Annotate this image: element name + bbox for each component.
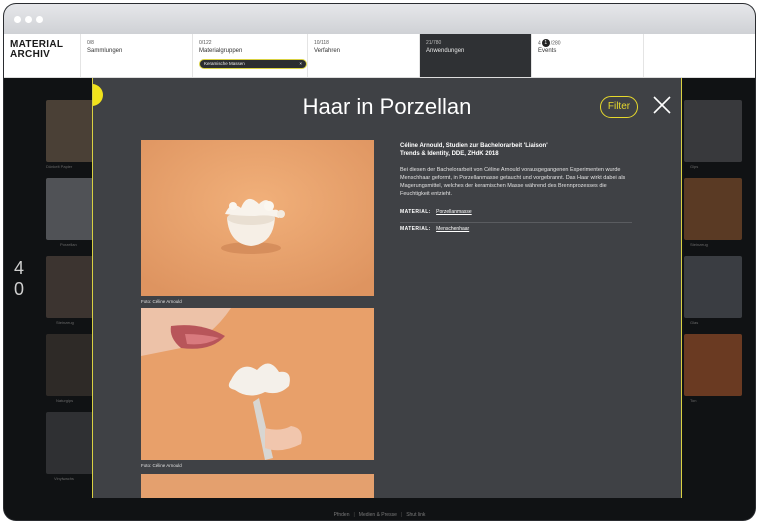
material-tile[interactable] — [684, 334, 742, 396]
tab-anwendungen[interactable]: 21/780 Anwendungen — [419, 34, 531, 77]
chip-close-icon[interactable]: × — [299, 60, 302, 68]
active-filter-chip[interactable]: Keramische Massen × — [199, 59, 307, 69]
tab-sammlungen[interactable]: 0/8 Sammlungen — [80, 34, 192, 77]
material-tile[interactable] — [684, 100, 742, 162]
count-suffix: /280 — [550, 40, 561, 47]
info-subtitle-line: Trends & Identity, DDE, ZHdK 2018 — [400, 151, 499, 157]
photo-caption: Foto: Céline Arnould — [141, 463, 182, 468]
porcelain-bowl-illustration — [141, 140, 374, 296]
window-zoom-dot[interactable] — [36, 16, 43, 23]
tab-placeholder[interactable] — [643, 34, 755, 77]
tab-events[interactable]: 4 1/280 Events — [531, 34, 643, 77]
count-prefix: 4 — [538, 40, 541, 47]
material-row: MATERIAL: Porzellanmasse — [400, 206, 632, 223]
material-tile[interactable] — [684, 178, 742, 240]
photo-porcelain-bowl — [141, 140, 374, 296]
browser-toolbar — [4, 4, 755, 34]
tile-caption: Naturgips — [56, 398, 74, 403]
material-link[interactable]: Porzellanmasse — [436, 209, 472, 215]
result-count: 4 0 — [14, 258, 24, 300]
material-tile[interactable] — [684, 256, 742, 318]
top-navigation: MATERIAL ARCHIV 0/8 Sammlungen 0/122 Mat… — [4, 34, 755, 78]
filter-button[interactable]: Filter — [600, 96, 638, 118]
tab-count: 10/118 — [314, 40, 329, 46]
tab-label: Events — [538, 48, 557, 55]
tile-caption: Vinylwachs — [54, 476, 74, 481]
footer-separator: | — [400, 512, 403, 518]
tile-caption: Steinzeug — [690, 242, 708, 247]
tab-label: Anwendungen — [426, 48, 465, 54]
page-footer: Pfnden | Medien & Presse | Shut link — [4, 512, 755, 518]
result-count-digit: 4 — [14, 258, 25, 278]
tab-count: 4 1/280 — [538, 39, 643, 47]
footer-link[interactable]: Shut link — [406, 512, 425, 518]
browser-window: MATERIAL ARCHIV 0/8 Sammlungen 0/122 Mat… — [4, 4, 755, 520]
photo-caption: Foto: Céline Arnould — [141, 299, 182, 304]
detail-modal: Haar in Porzellan Filter Foto: Céline Ar… — [92, 78, 682, 498]
detail-info: Céline Arnould, Studien zur Bachelorarbe… — [400, 142, 632, 239]
info-description: Bei diesen der Bachelorarbeit von Céline… — [400, 167, 626, 197]
tile-caption: Ton — [690, 398, 697, 403]
tab-label: Verfahren — [314, 48, 341, 54]
tab-materialgruppen[interactable]: 0/122 Materialgruppen Keramische Massen … — [192, 34, 307, 77]
result-count-digit: 0 — [14, 279, 25, 299]
modal-title: Haar in Porzellan — [302, 94, 472, 119]
material-key: MATERIAL: — [400, 226, 431, 232]
logo-line-2: ARCHIV — [10, 49, 51, 60]
tab-label: Materialgruppen — [199, 48, 243, 54]
window-close-dot[interactable] — [14, 16, 21, 23]
tab-count: 21/780 — [426, 40, 442, 46]
tab-count: 0/122 — [199, 40, 212, 46]
footer-separator: | — [353, 512, 355, 518]
tab-verfahren[interactable]: 10/118 Verfahren — [307, 34, 419, 77]
close-icon[interactable] — [649, 92, 675, 118]
close-icon-svg — [653, 96, 671, 114]
tile-caption: Glas — [690, 320, 699, 325]
info-title-line: Céline Arnould, Studien zur Bachelorarbe… — [400, 143, 548, 149]
material-row: MATERIAL: Menschenhaar — [400, 223, 632, 239]
info-title: Céline Arnould, Studien zur Bachelorarbe… — [400, 142, 632, 158]
tab-label: Sammlungen — [87, 48, 123, 54]
tile-caption: Steinzeug — [56, 320, 74, 325]
hair-sample-illustration — [141, 308, 374, 460]
material-link[interactable]: Menschenhaar — [436, 226, 469, 232]
site-logo[interactable]: MATERIAL ARCHIV — [4, 34, 80, 77]
footer-link[interactable]: Pfnden — [334, 512, 350, 518]
tile-caption: Gips — [690, 164, 699, 169]
photo-partial — [141, 474, 374, 498]
chip-label: Keramische Massen — [204, 61, 245, 66]
tab-count: 0/8 — [87, 40, 94, 46]
footer-link[interactable]: Medien & Presse — [359, 512, 397, 518]
tile-caption: Porzellan — [60, 242, 77, 247]
photo-hair-sample — [141, 308, 374, 460]
window-minimize-dot[interactable] — [25, 16, 32, 23]
material-key: MATERIAL: — [400, 209, 431, 215]
tile-caption: Dünkelt Papier — [46, 164, 73, 169]
notification-badge: 1 — [541, 39, 550, 47]
